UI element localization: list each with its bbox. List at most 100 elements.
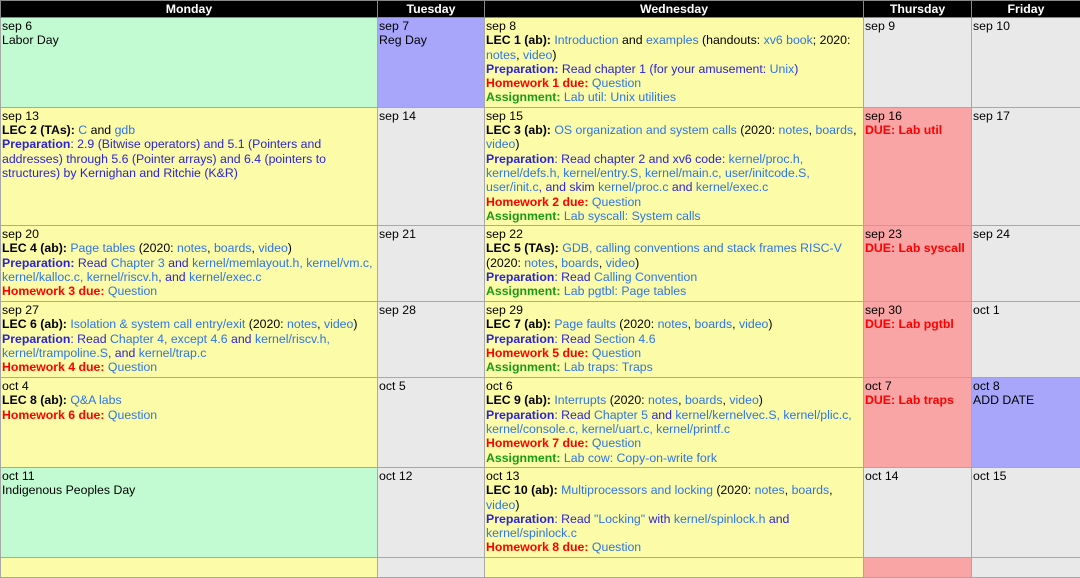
due-lab-link[interactable]: Lab pgtbl [898,317,953,331]
date-label: sep 6 [2,19,376,33]
source-file-link[interactable]: kernel/trap.c [139,346,207,360]
assignment-link[interactable]: Lab cow: Copy-on-write fork [564,451,717,465]
preparation-link[interactable]: Section 4.6 [594,332,656,346]
connector-text: ) [515,137,519,151]
homework-link[interactable]: Question [592,346,641,360]
homework-link[interactable]: Question [592,436,641,450]
lecture-link[interactable]: Isolation & system call entry/exit [70,317,245,331]
lecture-link[interactable]: GDB, calling conventions and stack frame… [562,241,842,255]
boards-link[interactable]: boards [561,256,599,270]
boards-link[interactable]: boards [214,241,252,255]
chapter-link[interactable]: Chapter 4, except 4.6 [110,332,228,346]
lecture-link[interactable]: gdb [115,123,136,137]
notes-link[interactable]: notes [486,48,516,62]
assignment-line: Assignment: Lab pgtbl: Page tables [486,284,862,298]
chapter-link[interactable]: Chapter 3 [111,256,165,270]
source-file-link[interactable]: kernel/exec.c [696,180,768,194]
date-label: oct 8 [973,379,1079,393]
video-link[interactable]: video [729,393,758,407]
homework-label: Homework 1 due: [486,76,589,90]
day-cell-lecture: sep 29 LEC 7 (ab): Page faults (2020: no… [485,302,864,378]
lecture-link[interactable]: Introduction [554,33,618,47]
connector-text: and [231,332,252,346]
homework-label: Homework 2 due: [486,195,589,209]
notes-link[interactable]: notes [779,123,809,137]
notes-link[interactable]: notes [524,256,554,270]
source-file-link[interactable]: kernel/proc.c [598,180,668,194]
chapter-link[interactable]: Chapter 5 [594,408,648,422]
source-file-link[interactable]: kernel/spinlock.c [486,526,577,540]
preparation-link[interactable]: Calling Convention [594,270,697,284]
homework-link[interactable]: Question [108,360,157,374]
date-label: sep 20 [2,227,376,241]
preparation-line: Preparation: Read chapter 1 (for your am… [486,62,862,76]
preparation-text: : Read [554,408,590,422]
lecture-link[interactable]: Page tables [70,241,135,255]
source-file-link[interactable]: kernel/exec.c [189,270,261,284]
due-lab-link[interactable]: Lab traps [898,393,953,407]
notes-link[interactable]: notes [648,393,678,407]
boards-link[interactable]: boards [695,317,733,331]
date-label: sep 22 [486,227,862,241]
preparation-label: Preparation: [2,256,74,270]
homework-label: Homework 5 due: [486,346,589,360]
preparation-link[interactable]: Unix [770,62,795,76]
boards-link[interactable]: boards [815,123,853,137]
connector-text: and [672,180,693,194]
lecture-link[interactable]: Q&A labs [70,393,121,407]
preparation-text: Read [78,256,107,270]
video-link[interactable]: video [486,137,515,151]
boards-link[interactable]: boards [792,483,830,497]
date-label: oct 6 [486,379,862,393]
homework-link[interactable]: Question [592,195,641,209]
date-label: oct 11 [2,469,376,483]
assignment-link[interactable]: Lab util: Unix utilities [564,90,676,104]
notes-link[interactable]: notes [658,317,688,331]
lecture-link[interactable]: Multiprocessors and locking [561,483,713,497]
preparation-line: Preparation: Read "Locking" with kernel/… [486,512,862,541]
day-cell-empty: sep 17 [972,107,1080,225]
video-link[interactable]: video [324,317,353,331]
preparation-link[interactable]: "Locking" [594,512,645,526]
lecture-link[interactable]: Interrupts [554,393,606,407]
assignment-link[interactable]: Lab syscall: System calls [564,209,701,223]
day-cell-lecture: sep 27 LEC 6 (ab): Isolation & system ca… [1,302,378,378]
video-link[interactable]: video [606,256,635,270]
week-row: sep 27 LEC 6 (ab): Isolation & system ca… [1,302,1080,378]
homework-link[interactable]: Question [592,76,641,90]
assignment-link[interactable]: Lab traps: Traps [564,360,653,374]
day-cell-empty [972,557,1080,577]
lecture-link[interactable]: C [78,123,87,137]
notes-link[interactable]: notes [755,483,785,497]
video-link[interactable]: video [739,317,768,331]
boards-link[interactable]: boards [685,393,723,407]
due-lab-link[interactable]: Lab syscall [898,241,964,255]
due-lab-link[interactable]: Lab util [898,123,942,137]
connector-text: and [91,123,112,137]
day-cell-lecture: sep 8 LEC 1 (ab): Introduction and examp… [485,18,864,108]
add-date-label: ADD DATE [973,393,1079,407]
video-link[interactable]: video [523,48,552,62]
homework-link[interactable]: Question [108,284,157,298]
notes-link[interactable]: notes [287,317,317,331]
video-link[interactable]: video [486,498,515,512]
video-link[interactable]: video [258,241,287,255]
day-cell-due: sep 30 DUE: Lab pgtbl [864,302,972,378]
notes-link[interactable]: notes [177,241,207,255]
connector-text: (2020: [619,317,654,331]
due-label: DUE: [865,123,895,137]
day-cell-lecture: oct 4 LEC 8 (ab): Q&A labs Homework 6 du… [1,378,378,468]
lecture-link[interactable]: OS organization and system calls [554,123,737,137]
source-file-link[interactable]: kernel/spinlock.h [674,512,766,526]
lecture-link[interactable]: Page faults [554,317,616,331]
handout-link[interactable]: xv6 book [764,33,813,47]
assignment-link[interactable]: Lab pgtbl: Page tables [564,284,686,298]
lecture-link[interactable]: examples [646,33,699,47]
header-friday: Friday [972,1,1080,18]
preparation-line: Preparation: Read Calling Convention [486,270,862,284]
homework-link[interactable]: Question [592,540,641,554]
assignment-label: Assignment: [486,360,560,374]
date-label: oct 12 [379,469,483,483]
homework-link[interactable]: Question [108,408,157,422]
preparation-label: Preparation [2,137,70,151]
